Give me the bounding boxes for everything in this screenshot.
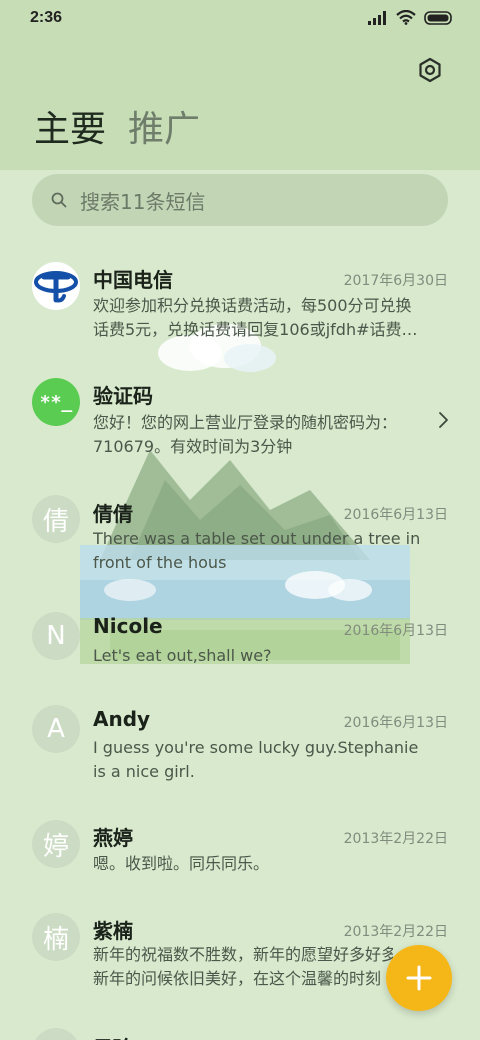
status-icons bbox=[368, 10, 454, 25]
conversation-item[interactable]: 中国电信 2017年6月30日 欢迎参加积分兑换话费活动，每500分可兑换 话费… bbox=[0, 256, 480, 356]
contact-name: 中国电信 bbox=[93, 268, 173, 292]
chevron-right-icon bbox=[439, 412, 448, 428]
avatar bbox=[32, 1028, 80, 1040]
tab-promotions[interactable]: 推广 bbox=[128, 106, 200, 154]
messages-screen: 2:36 主要 推广 搜索11条短信 中国电信 2017年6月30日 欢迎参加积… bbox=[0, 0, 480, 1040]
battery-icon bbox=[424, 10, 452, 25]
message-date: 2013年2月22日 bbox=[343, 924, 448, 940]
wifi-icon bbox=[396, 10, 416, 25]
avatar: **_ bbox=[32, 378, 80, 426]
conversation-item[interactable]: 婷 燕婷 2013年2月22日 嗯。收到啦。同乐同乐。 bbox=[0, 820, 480, 890]
search-icon bbox=[50, 191, 68, 209]
signal-icon bbox=[368, 10, 386, 25]
avatar: N bbox=[32, 612, 80, 660]
conversation-item[interactable]: 倩 倩倩 2016年6月13日 There was a table set ou… bbox=[0, 492, 480, 582]
contact-name: 燕婷 bbox=[93, 826, 133, 850]
message-date: 2016年6月13日 bbox=[343, 507, 448, 523]
message-date: 2017年6月30日 bbox=[343, 273, 448, 289]
contact-name: 紫楠 bbox=[93, 919, 133, 943]
plus-icon bbox=[406, 965, 432, 991]
conversation-item[interactable]: N Nicole 2016年6月13日 Let's eat out,shall … bbox=[0, 610, 480, 680]
settings-icon bbox=[419, 57, 441, 83]
conversation-item[interactable]: 子玲 bbox=[0, 1028, 480, 1040]
message-preview-line: 新年的祝福数不胜数，新年的愿望好多好多， bbox=[93, 945, 393, 964]
search-input[interactable]: 搜索11条短信 bbox=[80, 186, 205, 215]
contact-name: 倩倩 bbox=[93, 502, 133, 526]
status-bar: 2:36 bbox=[0, 0, 480, 38]
message-preview-line: front of the hous bbox=[93, 553, 227, 572]
avatar: 倩 bbox=[32, 495, 80, 543]
message-date: 2016年6月13日 bbox=[343, 715, 448, 731]
message-date: 2016年6月13日 bbox=[343, 623, 448, 639]
message-preview-line: 嗯。收到啦。同乐同乐。 bbox=[93, 854, 270, 873]
contact-name: Nicole bbox=[93, 614, 163, 638]
status-time: 2:36 bbox=[30, 9, 63, 26]
message-preview-line: 710679。有效时间为3分钟 bbox=[93, 437, 293, 456]
message-preview-line: I guess you're some lucky guy.Stephanie bbox=[93, 738, 419, 757]
message-preview-line: There was a table set out under a tree i… bbox=[93, 529, 421, 548]
message-date: 2013年2月22日 bbox=[343, 831, 448, 847]
china-telecom-logo bbox=[32, 262, 80, 310]
message-preview-line: 您好！您的网上营业厅登录的随机密码为： bbox=[93, 413, 398, 432]
tab-bar: 主要 推广 bbox=[34, 106, 200, 154]
avatar bbox=[32, 262, 80, 310]
message-preview-line: Let's eat out,shall we? bbox=[93, 646, 272, 665]
contact-name: Andy bbox=[93, 707, 151, 731]
compose-button[interactable] bbox=[386, 945, 452, 1011]
contact-name: 验证码 bbox=[93, 384, 153, 408]
message-preview-line: 话费5元，兑换话费请回复106或jfdh#话费… bbox=[93, 320, 418, 339]
message-preview-line: 新年的问候依旧美好，在这个温馨的时刻 bbox=[93, 969, 382, 988]
tab-primary[interactable]: 主要 bbox=[34, 106, 106, 154]
avatar: 楠 bbox=[32, 913, 80, 961]
conversation-item[interactable]: **_ 验证码 您好！您的网上营业厅登录的随机密码为： 710679。有效时间为… bbox=[0, 374, 480, 464]
avatar: 婷 bbox=[32, 820, 80, 868]
avatar: A bbox=[32, 705, 80, 753]
message-preview-line: 欢迎参加积分兑换话费活动，每500分可兑换 bbox=[93, 296, 412, 315]
search-bar[interactable]: 搜索11条短信 bbox=[32, 174, 448, 226]
message-preview-line: is a nice girl. bbox=[93, 762, 195, 781]
settings-button[interactable] bbox=[414, 54, 446, 86]
conversation-item[interactable]: A Andy 2016年6月13日 I guess you're some lu… bbox=[0, 704, 480, 794]
contact-name: 子玲 bbox=[93, 1032, 133, 1040]
